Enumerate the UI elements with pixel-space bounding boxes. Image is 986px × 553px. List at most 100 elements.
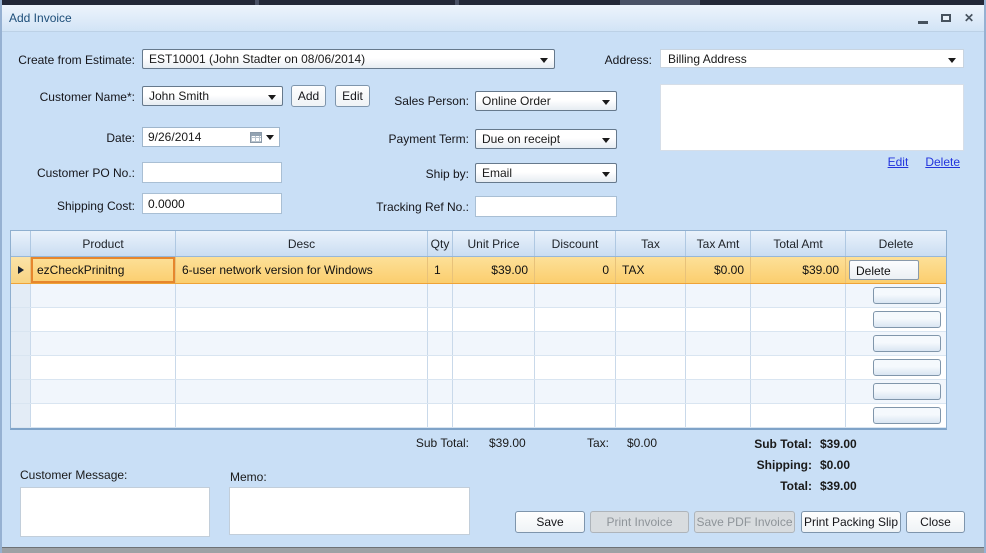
close-button[interactable]: Close: [906, 511, 965, 533]
empty-cell[interactable]: [535, 284, 616, 307]
empty-cell[interactable]: [616, 356, 686, 379]
empty-cell[interactable]: [846, 308, 946, 331]
empty-cell[interactable]: [453, 380, 535, 403]
maximize-icon[interactable]: [940, 14, 951, 22]
minimize-icon[interactable]: [917, 20, 928, 24]
col-tax[interactable]: Tax: [616, 231, 686, 256]
empty-cell[interactable]: [686, 404, 751, 427]
empty-cell[interactable]: [428, 356, 453, 379]
empty-cell[interactable]: [428, 284, 453, 307]
col-unit-price[interactable]: Unit Price: [453, 231, 535, 256]
empty-cell[interactable]: [686, 356, 751, 379]
empty-cell[interactable]: [535, 308, 616, 331]
empty-cell[interactable]: [31, 284, 176, 307]
address-delete-link[interactable]: Delete: [925, 155, 960, 169]
empty-cell[interactable]: [176, 404, 428, 427]
sales-person-select[interactable]: Online Order: [475, 91, 617, 111]
empty-cell[interactable]: [428, 332, 453, 355]
col-qty[interactable]: Qty: [428, 231, 453, 256]
empty-cell[interactable]: [846, 404, 946, 427]
empty-cell[interactable]: [453, 356, 535, 379]
col-total-amt[interactable]: Total Amt: [751, 231, 846, 256]
empty-cell[interactable]: [535, 380, 616, 403]
delete-row-button[interactable]: [873, 407, 941, 424]
row-selector-cell[interactable]: [11, 257, 31, 283]
empty-cell[interactable]: [31, 404, 176, 427]
tax-amt-cell[interactable]: $0.00: [686, 257, 751, 283]
table-row-empty[interactable]: [11, 332, 946, 356]
empty-cell[interactable]: [31, 380, 176, 403]
qty-cell[interactable]: 1: [428, 257, 453, 283]
empty-cell[interactable]: [751, 404, 846, 427]
delete-row-button[interactable]: [873, 359, 941, 376]
empty-cell[interactable]: [616, 308, 686, 331]
empty-cell[interactable]: [31, 332, 176, 355]
delete-row-button[interactable]: [873, 287, 941, 304]
ship-by-select[interactable]: Email: [475, 163, 617, 183]
delete-row-button[interactable]: [873, 335, 941, 352]
discount-cell[interactable]: 0: [535, 257, 616, 283]
table-row-empty[interactable]: [11, 380, 946, 404]
row-selector-cell[interactable]: [11, 308, 31, 331]
empty-cell[interactable]: [751, 380, 846, 403]
customer-name-select[interactable]: John Smith: [142, 86, 283, 106]
payment-term-select[interactable]: Due on receipt: [475, 129, 617, 149]
table-row-empty[interactable]: [11, 308, 946, 332]
empty-cell[interactable]: [535, 404, 616, 427]
row-selector-cell[interactable]: [11, 332, 31, 355]
empty-cell[interactable]: [176, 332, 428, 355]
add-customer-button[interactable]: Add: [291, 85, 326, 107]
address-textarea[interactable]: [660, 84, 964, 151]
empty-cell[interactable]: [176, 284, 428, 307]
col-desc[interactable]: Desc: [176, 231, 428, 256]
desc-cell[interactable]: 6-user network version for Windows: [176, 257, 428, 283]
table-row-empty[interactable]: [11, 356, 946, 380]
tracking-ref-input[interactable]: [475, 196, 617, 217]
empty-cell[interactable]: [751, 308, 846, 331]
empty-cell[interactable]: [453, 404, 535, 427]
tax-cell[interactable]: TAX: [616, 257, 686, 283]
col-delete[interactable]: Delete: [846, 231, 946, 256]
empty-cell[interactable]: [31, 308, 176, 331]
empty-cell[interactable]: [428, 380, 453, 403]
empty-cell[interactable]: [616, 404, 686, 427]
edit-customer-button[interactable]: Edit: [335, 85, 370, 107]
empty-cell[interactable]: [176, 356, 428, 379]
customer-message-textarea[interactable]: [20, 487, 210, 537]
row-selector-cell[interactable]: [11, 404, 31, 427]
close-icon[interactable]: ✕: [964, 12, 974, 24]
delete-row-button[interactable]: [873, 383, 941, 400]
delete-row-button[interactable]: [873, 311, 941, 328]
empty-cell[interactable]: [846, 356, 946, 379]
empty-cell[interactable]: [616, 284, 686, 307]
date-picker[interactable]: 9/26/2014: [142, 127, 280, 147]
save-button[interactable]: Save: [515, 511, 585, 533]
empty-cell[interactable]: [686, 284, 751, 307]
empty-cell[interactable]: [751, 284, 846, 307]
empty-cell[interactable]: [751, 332, 846, 355]
empty-cell[interactable]: [616, 332, 686, 355]
col-discount[interactable]: Discount: [535, 231, 616, 256]
empty-cell[interactable]: [428, 308, 453, 331]
memo-textarea[interactable]: [229, 487, 470, 535]
table-row-empty[interactable]: [11, 284, 946, 308]
empty-cell[interactable]: [535, 332, 616, 355]
customer-po-input[interactable]: [142, 162, 282, 183]
row-selector-cell[interactable]: [11, 284, 31, 307]
empty-cell[interactable]: [31, 356, 176, 379]
col-product[interactable]: Product: [31, 231, 176, 256]
empty-cell[interactable]: [453, 284, 535, 307]
table-row[interactable]: ezCheckPrinitng 6-user network version f…: [11, 257, 946, 284]
col-tax-amt[interactable]: Tax Amt: [686, 231, 751, 256]
empty-cell[interactable]: [428, 404, 453, 427]
product-cell[interactable]: ezCheckPrinitng: [31, 257, 176, 283]
shipping-cost-input[interactable]: [142, 193, 282, 214]
print-packing-slip-button[interactable]: Print Packing Slip: [801, 511, 901, 533]
empty-cell[interactable]: [686, 308, 751, 331]
empty-cell[interactable]: [453, 308, 535, 331]
empty-cell[interactable]: [176, 380, 428, 403]
empty-cell[interactable]: [686, 332, 751, 355]
empty-cell[interactable]: [686, 380, 751, 403]
empty-cell[interactable]: [751, 356, 846, 379]
delete-row-button[interactable]: Delete: [849, 260, 919, 280]
